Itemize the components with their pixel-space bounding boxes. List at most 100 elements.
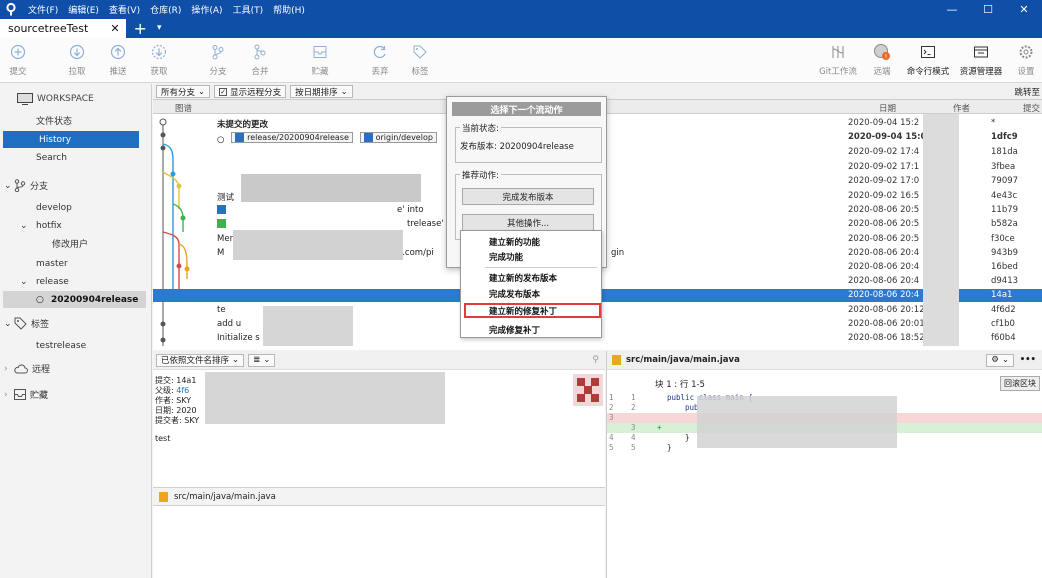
sidebar-item-tag[interactable]: testrelease xyxy=(0,337,152,354)
show-remote-checkbox[interactable]: ✓ 显示远程分支 xyxy=(214,85,287,98)
sidebar-section-branches[interactable]: ⌄ 分支 xyxy=(0,177,152,194)
fetch-button[interactable]: 获取 xyxy=(141,42,177,77)
jump-to-link[interactable]: 跳转至 xyxy=(1014,86,1040,98)
commit-id-value[interactable]: 14a1 xyxy=(176,376,196,385)
commit-date: 2020-08-06 20:4 xyxy=(848,276,920,286)
file-sort-bar: 已依照文件名排序 ⌄ ≣ ⌄ ⚲ xyxy=(153,351,605,370)
remote-label: 远端 xyxy=(873,67,891,77)
menu-repository[interactable]: 仓库(R) xyxy=(150,3,181,16)
commit-badge-icon xyxy=(217,219,226,231)
sidebar-section-stashes[interactable]: › 贮藏 xyxy=(0,386,152,403)
sidebar-item-history[interactable]: History xyxy=(3,131,139,148)
file-sort-dropdown[interactable]: 已依照文件名排序 ⌄ xyxy=(156,353,245,367)
search-label: Search xyxy=(36,152,67,163)
menu-item-start-release[interactable]: 建立新的发布版本 xyxy=(461,270,601,285)
date-column[interactable]: 日期 xyxy=(879,102,896,114)
discard-button[interactable]: 丢弃 xyxy=(362,42,398,77)
modified-file-icon xyxy=(159,491,168,502)
menu-item-finish-hotfix[interactable]: 完成修复补丁 xyxy=(461,322,601,337)
commit-date: 2020-08-06 20:12 xyxy=(848,305,925,315)
sidebar-section-tags[interactable]: ⌄ 标签 xyxy=(0,315,152,332)
push-button[interactable]: 推送 xyxy=(100,42,136,77)
diff-options-dropdown[interactable]: ⚙ ⌄ xyxy=(986,353,1014,367)
hotfix-label: hotfix xyxy=(36,220,62,231)
minimize-button[interactable]: — xyxy=(934,0,970,19)
new-tab-button[interactable]: + xyxy=(134,19,147,38)
discard-label: 丢弃 xyxy=(371,67,389,77)
hash-column[interactable]: 提交 xyxy=(1023,102,1040,114)
sidebar-item-file-status[interactable]: 文件状态 xyxy=(0,112,152,129)
release-label: release xyxy=(36,276,69,287)
gear-icon xyxy=(1009,42,1042,62)
toolbar: 提交 拉取 推送 获取 分支 合并 贮藏 丢弃 标签 Git工作流 ! 远端 命… xyxy=(0,38,1042,83)
close-window-button[interactable]: ✕ xyxy=(1006,0,1042,19)
redacted-region xyxy=(233,230,403,260)
sidebar-item-hotfix-child[interactable]: 修改用户 xyxy=(0,235,152,252)
graph-column[interactable]: 图谱 xyxy=(175,102,192,114)
commit-button[interactable]: 提交 xyxy=(0,42,36,77)
revert-hunk-button[interactable]: 回滚区块 xyxy=(1000,376,1040,391)
commit-date: 2020-08-06 20:5 xyxy=(848,219,920,229)
tab-dropdown-icon[interactable]: ▾ xyxy=(157,19,162,38)
sidebar-item-search[interactable]: Search xyxy=(0,149,152,166)
menu-item-finish-feature[interactable]: 完成功能 xyxy=(461,249,601,264)
menu-item-start-hotfix[interactable]: 建立新的修复补丁 xyxy=(464,303,601,318)
search-icon[interactable]: ⚲ xyxy=(592,355,599,365)
other-actions-button[interactable]: 其他操作... xyxy=(462,214,594,231)
commit-hash: cf1b0 xyxy=(991,319,1015,329)
parent-value[interactable]: 4f6 xyxy=(176,386,189,395)
more-options-icon[interactable]: ••• xyxy=(1020,355,1036,365)
commit-date: 2020-09-04 15:2 xyxy=(848,118,920,128)
current-state-group: 当前状态: 发布版本: 20200904release xyxy=(455,122,602,163)
menu-actions[interactable]: 操作(A) xyxy=(191,3,222,16)
sidebar-item-current-release[interactable]: ○ 20200904release xyxy=(3,291,146,308)
tab-label: sourcetreeTest xyxy=(8,22,89,35)
merge-button[interactable]: 合并 xyxy=(242,42,278,77)
tag-icon xyxy=(402,42,438,62)
develop-label: develop xyxy=(36,202,72,213)
author-column[interactable]: 作者 xyxy=(953,102,970,114)
commit-hash: * xyxy=(991,118,996,128)
date-label: 日期: xyxy=(155,406,174,415)
commit-message: add u xyxy=(217,319,242,329)
menu-edit[interactable]: 编辑(E) xyxy=(68,3,99,16)
sidebar-item-release[interactable]: ⌄ release xyxy=(0,273,152,290)
stash-button[interactable]: 贮藏 xyxy=(302,42,338,77)
tag-button[interactable]: 标签 xyxy=(402,42,438,77)
branch-tag[interactable]: release/20200904release xyxy=(231,132,353,143)
menu-item-finish-release[interactable]: 完成发布版本 xyxy=(461,286,601,301)
chevron-down-icon: ⌄ xyxy=(1001,355,1009,365)
menu-help[interactable]: 帮助(H) xyxy=(273,3,305,16)
menu-item-start-feature[interactable]: 建立新的功能 xyxy=(461,234,601,249)
chevron-down-icon: ⌄ xyxy=(4,318,12,329)
sidebar-item-hotfix[interactable]: ⌄ hotfix xyxy=(0,217,152,234)
branch-filter-dropdown[interactable]: 所有分支 ⌄ xyxy=(156,85,211,98)
list-view-dropdown[interactable]: ≣ ⌄ xyxy=(248,353,276,367)
commit-date: 2020-08-06 20:4 xyxy=(848,262,920,272)
checkbox-checked-icon: ✓ xyxy=(219,87,228,96)
tab-sourcetreetest[interactable]: sourcetreeTest ✕ xyxy=(0,19,126,38)
terminal-button[interactable]: 命令行模式 xyxy=(904,42,952,77)
remote-branch-tag[interactable]: origin/develop xyxy=(359,132,437,143)
sidebar-item-develop[interactable]: develop xyxy=(0,199,152,216)
window-controls: — ☐ ✕ xyxy=(934,0,1042,19)
menu-file[interactable]: 文件(F) xyxy=(28,3,58,16)
branch-button[interactable]: 分支 xyxy=(200,42,236,77)
settings-button[interactable]: 设置 xyxy=(1009,42,1042,77)
maximize-button[interactable]: ☐ xyxy=(970,0,1006,19)
close-tab-icon[interactable]: ✕ xyxy=(110,22,119,35)
pull-button[interactable]: 拉取 xyxy=(59,42,95,77)
sidebar-section-remotes[interactable]: › 远程 xyxy=(0,360,152,377)
menu-separator xyxy=(485,267,597,268)
current-state-text: 发布版本: 20200904release xyxy=(460,142,574,152)
changed-file-row[interactable]: src/main/java/main.java xyxy=(153,487,605,506)
sort-dropdown[interactable]: 按日期排序 ⌄ xyxy=(290,85,353,98)
menu-view[interactable]: 查看(V) xyxy=(109,3,140,16)
sidebar-item-master[interactable]: master xyxy=(0,255,152,272)
explorer-button[interactable]: 资源管理器 xyxy=(956,42,1006,77)
remote-button[interactable]: ! 远端 xyxy=(864,42,900,77)
gitflow-button[interactable]: Git工作流 xyxy=(816,42,860,77)
menu-tools[interactable]: 工具(T) xyxy=(233,3,264,16)
current-release-label: 20200904release xyxy=(51,294,139,305)
finish-release-button[interactable]: 完成发布版本 xyxy=(462,188,594,205)
